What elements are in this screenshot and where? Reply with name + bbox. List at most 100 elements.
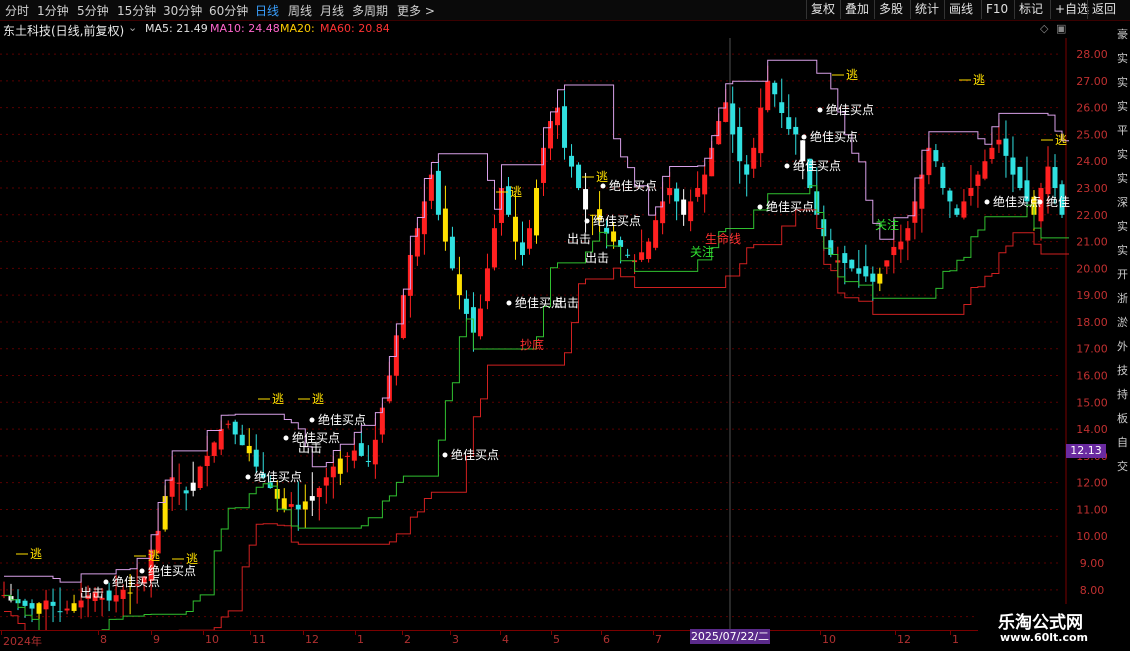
x-tick (151, 631, 152, 635)
buy-point-dot (103, 579, 109, 585)
x-tick (402, 631, 403, 635)
side-strip-char: 自 (1117, 436, 1128, 449)
signal-marker-label: 逃 (148, 549, 160, 563)
candle-body (127, 592, 133, 594)
chevron-down-icon[interactable]: ⌄ (128, 21, 137, 34)
period-tab-1[interactable]: 1分钟 (37, 2, 69, 19)
candle-body (849, 259, 855, 269)
candle-body (239, 434, 245, 446)
signal-marker-label: 绝佳买点 (810, 129, 858, 144)
ma10-value: MA10: 24.48 (210, 22, 280, 35)
candle-body (611, 231, 617, 242)
candle-body (884, 260, 890, 267)
toolbar-button-4[interactable]: 画线 (944, 0, 977, 19)
x-tick-label: 9 (153, 633, 160, 646)
signal-marker-label: 绝佳买点 (766, 199, 814, 214)
period-tab-7[interactable]: 周线 (288, 2, 312, 19)
buy-point-dot (442, 452, 448, 458)
candle-body (281, 498, 287, 510)
signal-marker-label: 逃 (272, 392, 284, 406)
toolbar-button-6[interactable]: 标记 (1014, 0, 1047, 19)
toolbar-button-2[interactable]: 多股 (874, 0, 907, 19)
x-tick-label: 11 (252, 633, 266, 646)
candle-body (534, 188, 540, 236)
side-strip-char: 技 (1117, 364, 1128, 377)
buy-point-dot (801, 134, 807, 140)
period-tab-9[interactable]: 多周期 (352, 2, 388, 19)
x-tick (450, 631, 451, 635)
toolbar-button-3[interactable]: 统计 (910, 0, 943, 19)
signal-marker-label: 逃 (1055, 133, 1067, 147)
toolbar-button-8[interactable]: 返回 (1087, 0, 1120, 19)
y-tick-label: 23.00 (1076, 182, 1108, 195)
candle-body (519, 242, 525, 255)
period-tab-2[interactable]: 5分钟 (77, 2, 109, 19)
period-tab-3[interactable]: 15分钟 (117, 2, 156, 19)
x-tick (820, 631, 821, 635)
ma5-value: MA5: 21.49 (145, 22, 208, 35)
candle-body (246, 445, 252, 454)
side-strip-char: 淤 (1117, 316, 1128, 329)
indicator-info-bar: 东土科技(日线,前复权) ⌄ MA5: 21.49 MA10: 24.48 MA… (0, 21, 1130, 38)
toolbar-button-5[interactable]: F10 (981, 0, 1012, 19)
side-strip-char: 平 (1117, 124, 1128, 137)
candle-body (695, 188, 701, 197)
window-icon[interactable]: ▣ (1056, 22, 1066, 35)
candle-body (667, 188, 673, 196)
x-tick (653, 631, 654, 635)
candle-body (877, 273, 883, 284)
toolbar-button-1[interactable]: 叠加 (840, 0, 873, 19)
candle-body (786, 117, 792, 130)
buy-point-dot (817, 107, 823, 113)
period-tab-5[interactable]: 60分钟 (209, 2, 248, 19)
candle-body (961, 201, 967, 218)
side-strip-char: 实 (1117, 148, 1128, 161)
side-strip-char: 实 (1117, 100, 1128, 113)
candle-body (562, 106, 568, 148)
x-tick-label: 3 (452, 633, 459, 646)
y-tick-label: 22.00 (1076, 209, 1108, 222)
buy-point-dot (757, 204, 763, 210)
candle-body (1045, 166, 1051, 195)
signal-marker-label: 逃 (973, 73, 985, 87)
x-tick (551, 631, 552, 635)
x-tick (1, 631, 2, 635)
signal-marker-label: 出击 (298, 441, 322, 455)
candle-body (351, 450, 357, 461)
stock-title: 东土科技(日线,前复权) (3, 24, 125, 38)
period-tab-10[interactable]: 更多 > (397, 2, 435, 19)
candle-body (225, 423, 231, 425)
signal-marker-label: 绝佳买点 (593, 213, 641, 228)
side-strip-char: 交 (1117, 460, 1128, 473)
candle-body (71, 603, 77, 611)
candle-body (968, 188, 974, 196)
side-strip-char: 豪 (1117, 28, 1128, 41)
buy-point-dot (309, 417, 315, 423)
candle-body (491, 228, 497, 268)
period-tab-6[interactable]: 日线 (255, 2, 279, 19)
candle-body (919, 174, 925, 209)
diamond-icon[interactable]: ◇ (1040, 22, 1048, 35)
buy-point-dot (600, 183, 606, 189)
buy-point-dot (784, 163, 790, 169)
signal-marker-label: 逃 (312, 392, 324, 406)
candlestick-chart[interactable]: 7.008.009.0010.0011.0012.0013.0014.0015.… (0, 38, 1117, 630)
candle-body (744, 164, 750, 175)
candle-body (78, 600, 84, 608)
y-tick-label: 25.00 (1076, 128, 1108, 141)
period-tab-4[interactable]: 30分钟 (163, 2, 202, 19)
toolbar-button-0[interactable]: 复权 (806, 0, 839, 19)
candle-body (204, 455, 210, 467)
period-tab-0[interactable]: 分时 (5, 2, 29, 19)
signal-marker-label: 逃 (30, 547, 42, 561)
y-tick-label: 26.00 (1076, 102, 1108, 115)
signal-marker-label: 出击 (567, 232, 591, 246)
candle-body (933, 150, 939, 162)
period-tab-8[interactable]: 月线 (320, 2, 344, 19)
candle-body (793, 126, 799, 135)
candle-body (253, 449, 259, 467)
candle-body (996, 139, 1002, 145)
side-strip-char: 实 (1117, 172, 1128, 185)
signal-marker-label: 绝佳买点 (793, 158, 841, 173)
candle-body (975, 174, 981, 186)
